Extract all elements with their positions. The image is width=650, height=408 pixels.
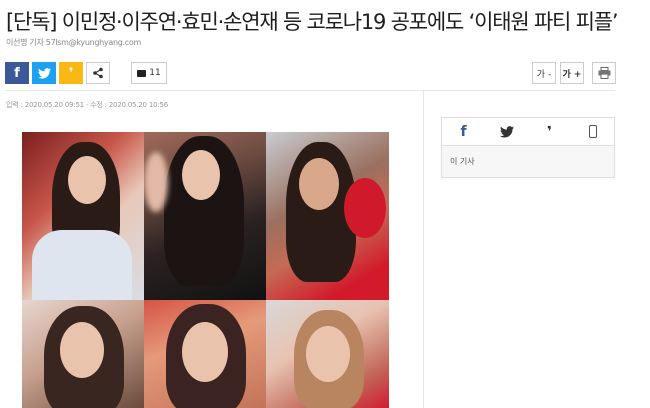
header-divider	[5, 90, 615, 91]
comment-icon	[137, 69, 147, 77]
comment-button[interactable]: 11	[131, 62, 167, 84]
share-bar: f ❜	[5, 62, 110, 84]
kakaostory-icon: ❜	[68, 65, 74, 81]
sidebar-kakaostory-icon[interactable]: ❜	[528, 118, 571, 145]
article-photo-collage	[22, 132, 389, 408]
sidebar-twitter-icon	[499, 125, 514, 137]
sidebar-facebook-icon[interactable]: f	[442, 118, 485, 145]
twitter-icon	[37, 67, 51, 79]
photo-3	[266, 132, 389, 300]
article-headline: [단독] 이민정·이주연·효민·손연재 등 코로나19 공포에도 ‘이태원 파티…	[6, 10, 619, 34]
article-dates: 입력 : 2020.05.20 09:51 · 수정 : 2020.05.20 …	[6, 101, 169, 109]
column-divider	[423, 91, 424, 408]
sidebar-share-icons: f ❜	[442, 118, 614, 146]
article-byline: 이선명 기자 57lsm@kyunghyang.com	[6, 38, 141, 47]
sidebar-twitter-button[interactable]	[485, 118, 528, 145]
share-icon	[93, 67, 103, 79]
twitter-share-button[interactable]	[32, 62, 56, 84]
photo-1	[22, 132, 144, 300]
font-size-increase-button[interactable]: 가 +	[560, 62, 584, 84]
sidebar-mobile-button[interactable]	[571, 118, 614, 145]
print-button[interactable]	[592, 62, 616, 84]
article-tools: 가 - 가 +	[532, 62, 616, 84]
font-size-decrease-button[interactable]: 가 -	[532, 62, 556, 84]
mobile-icon	[588, 125, 597, 138]
share-button[interactable]	[86, 62, 110, 84]
sidebar-label: 이 기사	[450, 157, 475, 166]
comment-count: 11	[149, 68, 161, 78]
photo-4	[22, 300, 144, 408]
photo-2	[144, 132, 266, 300]
facebook-icon: f	[14, 65, 20, 81]
printer-icon	[598, 67, 610, 79]
kakaostory-share-button[interactable]: ❜	[59, 62, 83, 84]
photo-6	[266, 300, 389, 408]
facebook-share-button[interactable]: f	[5, 62, 29, 84]
sidebar-share-box: f ❜ 이 기사	[441, 117, 615, 178]
photo-5	[144, 300, 266, 408]
